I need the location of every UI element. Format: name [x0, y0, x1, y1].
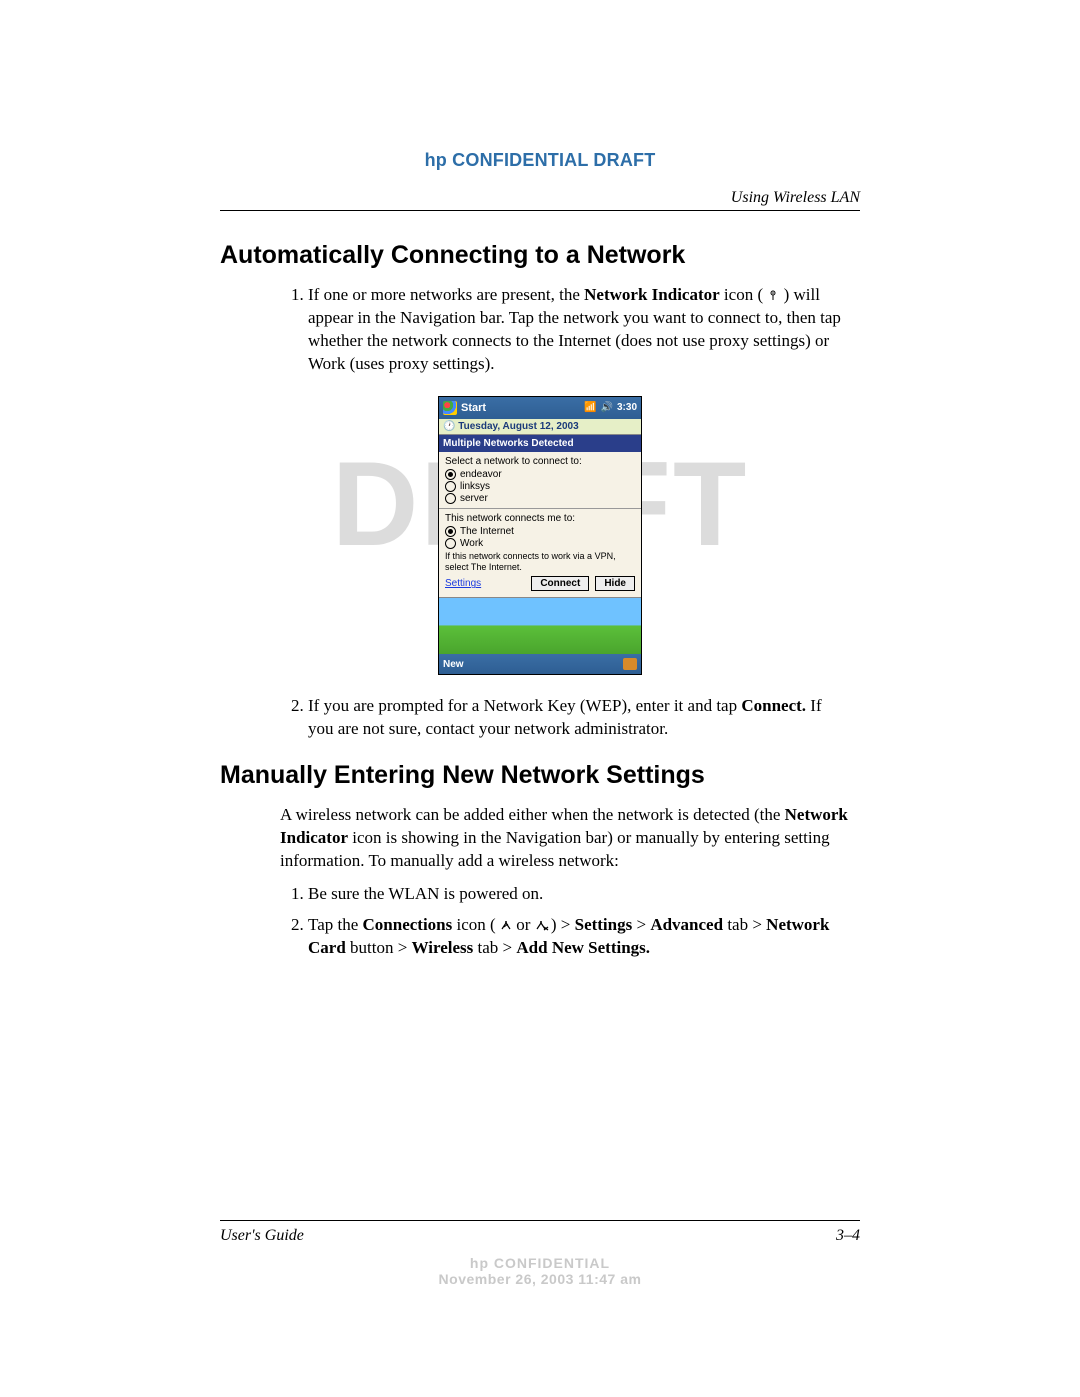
connections-icon [500, 915, 512, 927]
section2-steps: Be sure the WLAN is powered on. Tap the … [220, 883, 860, 960]
footer-guide: User's Guide [220, 1227, 304, 1245]
radio-icon [445, 493, 456, 504]
keyboard-icon [623, 658, 637, 670]
pda-connect-button: Connect [531, 576, 589, 591]
section2-title: Manually Entering New Network Settings [220, 761, 860, 790]
pda-desktop-wallpaper [439, 598, 641, 654]
chapter-name: Using Wireless LAN [220, 189, 860, 207]
section1-step2: If you are prompted for a Network Key (W… [308, 695, 860, 741]
pda-network-option: endeavor [445, 469, 635, 480]
pda-start-label: Start [461, 402, 486, 414]
footer-timestamp: November 26, 2003 11:47 am [220, 1271, 860, 1287]
pda-vpn-note: If this network connects to work via a V… [445, 551, 635, 573]
section1-step1: If one or more networks are present, the… [308, 284, 860, 376]
pda-select-label: Select a network to connect to: [445, 456, 635, 467]
footer-page: 3–4 [836, 1227, 860, 1245]
speaker-icon: 🔊 [601, 402, 613, 413]
pda-time: 3:30 [617, 402, 637, 413]
pda-new-label: New [443, 659, 464, 670]
pda-dest-option: The Internet [445, 526, 635, 537]
pda-banner: Multiple Networks Detected [439, 435, 641, 452]
section2-intro: A wireless network can be added either w… [280, 804, 860, 873]
radio-icon [445, 526, 456, 537]
pda-hide-button: Hide [595, 576, 635, 591]
pda-date: 🕐 Tuesday, August 12, 2003 [439, 419, 641, 435]
footer-rule [220, 1220, 860, 1221]
section1-steps-cont: If you are prompted for a Network Key (W… [220, 695, 860, 741]
pda-settings-link: Settings [445, 578, 525, 589]
section1-title: Automatically Connecting to a Network [220, 241, 860, 270]
windows-flag-icon [443, 401, 457, 415]
section1-steps: If one or more networks are present, the… [220, 284, 860, 376]
radio-icon [445, 469, 456, 480]
section2-step2: Tap the Connections icon ( or ) > Settin… [308, 914, 860, 960]
pda-dest-option: Work [445, 538, 635, 549]
pda-network-option: linksys [445, 481, 635, 492]
header-rule [220, 210, 860, 211]
radio-icon [445, 538, 456, 549]
pda-screenshot: Start 📶 🔊 3:30 🕐 Tuesday, August 12, 200… [220, 396, 860, 676]
pda-taskbar: New [439, 654, 641, 674]
footer-confidential: hp CONFIDENTIAL [220, 1255, 860, 1271]
confidential-header: hp CONFIDENTIAL DRAFT [220, 150, 860, 171]
connections-x-icon [535, 915, 547, 927]
antenna-icon: 📶 [584, 402, 596, 413]
network-indicator-icon [767, 285, 779, 297]
section2-step1: Be sure the WLAN is powered on. [308, 883, 860, 906]
pda-titlebar: Start 📶 🔊 3:30 [439, 397, 641, 419]
pda-connects-label: This network connects me to: [445, 513, 635, 524]
pda-network-option: server [445, 493, 635, 504]
radio-icon [445, 481, 456, 492]
